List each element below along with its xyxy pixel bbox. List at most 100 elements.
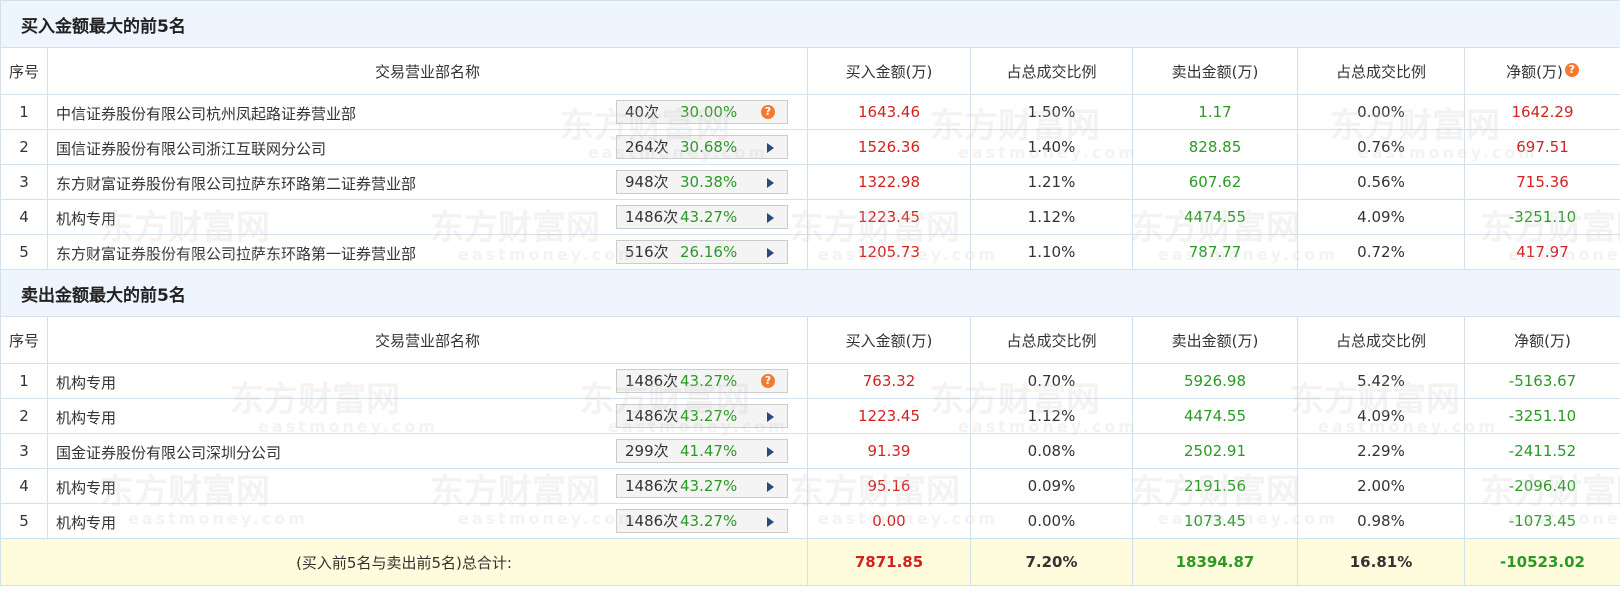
broker-cell: 国金证券股份有限公司深圳分公司 299次 41.47% <box>47 433 808 469</box>
total-label: (买入前5名与卖出前5名)总合计: <box>0 538 808 586</box>
broker-stat-box[interactable]: 299次 41.47% <box>616 439 788 463</box>
broker-stat-box[interactable]: 516次 26.16% <box>616 240 788 264</box>
broker-stat-box[interactable]: 1486次 43.27% <box>616 509 788 533</box>
play-triangle-icon[interactable] <box>767 412 774 422</box>
broker-name[interactable]: 国信证券股份有限公司浙江互联网分公司 <box>56 138 326 159</box>
broker-name[interactable]: 机构专用 <box>56 208 116 229</box>
question-icon[interactable]: ? <box>1564 62 1579 77</box>
play-triangle-icon[interactable] <box>767 517 774 527</box>
net-amount: -1073.45 <box>1463 503 1620 539</box>
sell_section-title-row: 卖出金额最大的前5名 <box>0 269 1620 317</box>
column-header: 买入金额(万) <box>807 316 971 364</box>
row-index: 4 <box>0 468 48 504</box>
column-header-label: 交易营业部名称 <box>374 331 480 350</box>
broker-name[interactable]: 国金证券股份有限公司深圳分公司 <box>56 442 281 463</box>
table-row: 4 机构专用 1486次 43.27% 95.16 0.09% 2191.56 2.00% -2… <box>0 468 1620 504</box>
broker-cell: 东方财富证券股份有限公司拉萨东环路第一证券营业部 516次 26.16% <box>47 234 808 270</box>
column-header: 序号 <box>0 47 48 95</box>
sell-amount: 5926.98 <box>1132 363 1298 399</box>
sell-ratio: 0.00% <box>1297 94 1465 130</box>
buy-ratio: 0.70% <box>970 363 1133 399</box>
win-rate: 43.27% <box>680 208 738 226</box>
win-rate: 43.27% <box>680 372 738 390</box>
sell-amount: 2191.56 <box>1132 468 1298 504</box>
broker-name[interactable]: 机构专用 <box>56 512 116 533</box>
play-triangle-icon[interactable] <box>767 178 774 188</box>
win-rate: 30.38% <box>680 173 738 191</box>
win-rate: 43.27% <box>680 407 738 425</box>
table-row: 5 机构专用 1486次 43.27% 0.00 0.00% 1073.45 0.98% -10… <box>0 503 1620 539</box>
buy-ratio: 1.10% <box>970 234 1133 270</box>
buy-ratio: 1.12% <box>970 398 1133 434</box>
column-header: 占总成交比例 <box>1297 316 1465 364</box>
column-header: 净额(万) <box>1463 316 1620 364</box>
sell-ratio: 0.98% <box>1297 503 1465 539</box>
sell-amount: 2502.91 <box>1132 433 1298 469</box>
buy-amount: 1643.46 <box>807 94 971 130</box>
total-buy: 7871.85 <box>807 538 971 586</box>
buy_section-title-row: 买入金额最大的前5名 <box>0 0 1620 48</box>
broker-name[interactable]: 机构专用 <box>56 407 116 428</box>
buy_section-header-row: 序号 交易营业部名称 买入金额(万) 占总成交比例 卖出金额(万) 占总成交比例 净额(万)… <box>0 47 1620 95</box>
column-header: 卖出金额(万) <box>1132 47 1298 95</box>
broker-stat-box[interactable]: 1486次 43.27% <box>616 205 788 229</box>
column-header: 占总成交比例 <box>970 316 1133 364</box>
sell-ratio: 0.56% <box>1297 164 1465 200</box>
net-amount: -5163.67 <box>1463 363 1620 399</box>
sell-ratio: 2.29% <box>1297 433 1465 469</box>
question-icon[interactable]: ? <box>761 105 775 119</box>
play-triangle-icon[interactable] <box>767 143 774 153</box>
table-row: 2 国信证券股份有限公司浙江互联网分公司 264次 30.68% 1526.36 1.40… <box>0 129 1620 165</box>
row-index: 3 <box>0 433 48 469</box>
broker-stat-box[interactable]: 40次 30.00%? <box>616 100 788 124</box>
column-header-label: 买入金额(万) <box>845 62 933 81</box>
column-header: 交易营业部名称 <box>47 316 808 364</box>
column-header: 占总成交比例 <box>1297 47 1465 95</box>
sell-ratio: 5.42% <box>1297 363 1465 399</box>
sell-amount: 787.77 <box>1132 234 1298 270</box>
total-sell: 18394.87 <box>1132 538 1298 586</box>
listing-count: 1486次 <box>625 512 679 530</box>
listing-count: 1486次 <box>625 372 679 390</box>
net-amount: -2411.52 <box>1463 433 1620 469</box>
dragon-tiger-board: 买入金额最大的前5名 序号 交易营业部名称 买入金额(万) 占总成交比例 卖出金额(万) 占… <box>0 0 1620 594</box>
column-header: 买入金额(万) <box>807 47 971 95</box>
broker-name[interactable]: 机构专用 <box>56 477 116 498</box>
listing-count: 516次 <box>625 243 669 261</box>
play-triangle-icon[interactable] <box>767 248 774 258</box>
net-amount: -2096.40 <box>1463 468 1620 504</box>
broker-stat-box[interactable]: 1486次 43.27% <box>616 474 788 498</box>
broker-name[interactable]: 机构专用 <box>56 372 116 393</box>
buy-amount: 0.00 <box>807 503 971 539</box>
table-row: 5 东方财富证券股份有限公司拉萨东环路第一证券营业部 516次 26.16% 1205.… <box>0 234 1620 270</box>
sell-ratio: 0.72% <box>1297 234 1465 270</box>
question-icon[interactable]: ? <box>761 374 775 388</box>
column-header-label: 卖出金额(万) <box>1171 62 1259 81</box>
broker-cell: 国信证券股份有限公司浙江互联网分公司 264次 30.68% <box>47 129 808 165</box>
broker-name[interactable]: 东方财富证券股份有限公司拉萨东环路第二证券营业部 <box>56 173 416 194</box>
row-index: 5 <box>0 234 48 270</box>
column-header-label: 卖出金额(万) <box>1171 331 1259 350</box>
buy-ratio: 1.21% <box>970 164 1133 200</box>
win-rate: 41.47% <box>680 442 738 460</box>
net-amount: 715.36 <box>1463 164 1620 200</box>
broker-stat-box[interactable]: 264次 30.68% <box>616 135 788 159</box>
broker-cell: 中信证券股份有限公司杭州凤起路证券营业部 40次 30.00%? <box>47 94 808 130</box>
play-triangle-icon[interactable] <box>767 482 774 492</box>
section-title: 买入金额最大的前5名 <box>0 0 1620 48</box>
column-header-label: 净额(万) <box>1506 62 1563 81</box>
play-triangle-icon[interactable] <box>767 213 774 223</box>
row-index: 1 <box>0 363 48 399</box>
broker-name[interactable]: 东方财富证券股份有限公司拉萨东环路第一证券营业部 <box>56 243 416 264</box>
broker-stat-box[interactable]: 1486次 43.27% <box>616 404 788 428</box>
net-amount: 1642.29 <box>1463 94 1620 130</box>
buy-ratio: 0.00% <box>970 503 1133 539</box>
listing-count: 299次 <box>625 442 669 460</box>
broker-name[interactable]: 中信证券股份有限公司杭州凤起路证券营业部 <box>56 103 356 124</box>
broker-stat-box[interactable]: 1486次 43.27%? <box>616 369 788 393</box>
row-index: 4 <box>0 199 48 235</box>
table-row: 4 机构专用 1486次 43.27% 1223.45 1.12% 4474.55 4.09%… <box>0 199 1620 235</box>
broker-stat-box[interactable]: 948次 30.38% <box>616 170 788 194</box>
listing-count: 1486次 <box>625 208 679 226</box>
play-triangle-icon[interactable] <box>767 447 774 457</box>
